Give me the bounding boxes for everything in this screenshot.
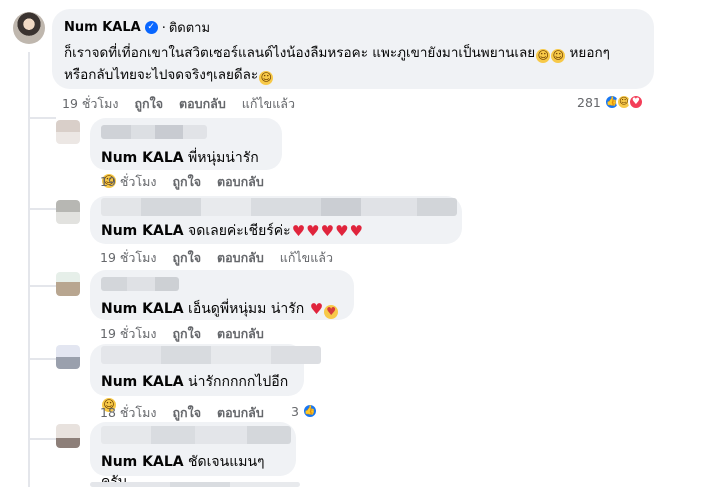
mention-tag[interactable]: Num KALA (101, 301, 184, 317)
like-button[interactable]: ถูกใจ (172, 324, 201, 344)
blurred-username (101, 346, 321, 364)
mention-tag[interactable]: Num KALA (101, 223, 184, 239)
mention-tag[interactable]: Num KALA (101, 454, 184, 470)
reply-button[interactable]: ตอบกลับ (217, 172, 264, 192)
laugh-emoji: ☺ (536, 49, 551, 63)
timestamp[interactable]: 18 ชั่วโมง (100, 403, 156, 423)
heart-emoji: ♥ (306, 222, 320, 240)
reply-connector (28, 208, 56, 210)
reply-actions: 19 ชั่วโมง ถูกใจ ตอบกลับ (100, 172, 280, 192)
blurred-username (101, 426, 291, 444)
reply-button[interactable]: ตอบกลับ (217, 324, 264, 344)
reply-button[interactable]: ตอบกลับ (217, 248, 264, 268)
reply-connector (28, 117, 56, 119)
author-avatar[interactable] (13, 12, 45, 44)
reply-bubble: Num KALA น่ารักกกกกไปอีก☺ (90, 344, 321, 412)
follow-link[interactable]: · ติดตาม (162, 17, 210, 38)
laugh-emoji: ☺ (551, 49, 566, 63)
reply-actions: 19 ชั่วโมง ถูกใจ ตอบกลับ แก้ไขแล้ว (100, 248, 349, 268)
reaction-count: 281 (577, 94, 601, 110)
like-button[interactable]: ถูกใจ (172, 403, 201, 423)
reply-avatar[interactable] (56, 200, 80, 224)
reply-actions: 19 ชั่วโมง ถูกใจ ตอบกลับ (100, 324, 280, 344)
mention-tag[interactable]: Num KALA (101, 150, 184, 166)
reply-connector (28, 285, 56, 287)
heart-emoji: ♥ (309, 300, 324, 318)
comment-text: ก็เราจดที่เที่อกเขาในสวิตเซอร์แลนด์ไงน้อ… (64, 45, 610, 85)
blurred-username (101, 277, 179, 291)
edited-label[interactable]: แก้ไขแล้ว (242, 94, 295, 114)
grin-emoji: ☺ (259, 71, 274, 85)
like-button[interactable]: ถูกใจ (134, 94, 163, 114)
reply-text: Num KALA จดเลยค่ะเชียร์ค่ะ♥♥♥♥♥ (101, 222, 363, 240)
reply-avatar[interactable] (56, 272, 80, 296)
like-button[interactable]: ถูกใจ (172, 172, 201, 192)
blurred-username (101, 125, 207, 139)
like-reaction-icon: 👍 (301, 403, 318, 419)
reaction-count: 3 (291, 403, 299, 419)
reply-avatar[interactable] (56, 120, 80, 144)
edited-label[interactable]: แก้ไขแล้ว (280, 248, 333, 268)
reaction-summary[interactable]: 281 👍 ☺ ♥ (577, 94, 644, 110)
reply-text: Num KALA เอ็นดูพี่หนุ่มม น่ารัก ♥ ♥ (101, 299, 343, 319)
blurred-username (101, 198, 457, 216)
comment-actions: 19 ชั่วโมง ถูกใจ ตอบกลับ แก้ไขแล้ว (62, 94, 311, 114)
reply-bubble: Num KALA ชัดเจนแมนๆครับ (90, 422, 296, 487)
love-emoji: ♥ (324, 305, 339, 319)
reply-actions: 18 ชั่วโมง ถูกใจ ตอบกลับ (100, 403, 280, 423)
timestamp[interactable]: 19 ชั่วโมง (100, 324, 156, 344)
like-button[interactable]: ถูกใจ (172, 248, 201, 268)
reply-button[interactable]: ตอบกลับ (217, 403, 264, 423)
heart-emoji: ♥ (335, 222, 349, 240)
reply-avatar[interactable] (56, 424, 80, 448)
timestamp[interactable]: 19 ชั่วโมง (100, 248, 156, 268)
heart-emoji: ♥ (320, 222, 335, 240)
love-reaction-icon: ♥ (627, 94, 644, 110)
reply-bubble: Num KALA เอ็นดูพี่หนุ่มม น่ารัก ♥ ♥ (90, 270, 354, 320)
reply-bubble: Num KALA พี่หนุ่มน่ารัก☺ (90, 118, 282, 188)
heart-emoji: ♥ (349, 222, 363, 240)
reply-avatar[interactable] (56, 345, 80, 369)
timestamp[interactable]: 19 ชั่วโมง (62, 94, 118, 114)
verified-icon: ✓ (144, 21, 158, 34)
comment-author: Num KALA ✓ · ติดตาม (64, 17, 210, 38)
author-name[interactable]: Num KALA (64, 20, 141, 35)
reply-connector (28, 438, 56, 440)
reaction-summary[interactable]: 3 👍 (291, 403, 318, 419)
reply-connector (28, 358, 56, 360)
reply-button[interactable]: ตอบกลับ (179, 94, 226, 114)
heart-emoji: ♥ (291, 222, 306, 240)
reply-bubble: Num KALA จดเลยค่ะเชียร์ค่ะ♥♥♥♥♥ (90, 196, 462, 244)
blurred-next-reply (90, 482, 300, 487)
main-comment-bubble: Num KALA ✓ · ติดตาม ก็เราจดที่เที่อกเขาใน… (52, 9, 654, 89)
mention-tag[interactable]: Num KALA (101, 374, 184, 390)
timestamp[interactable]: 19 ชั่วโมง (100, 172, 156, 192)
